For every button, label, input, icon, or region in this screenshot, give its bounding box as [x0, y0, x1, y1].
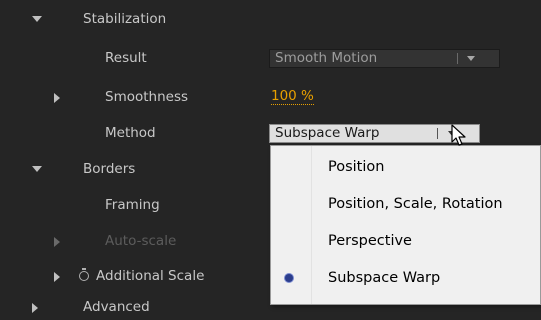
result-row: Result Smooth Motion — [0, 47, 541, 71]
auto-scale-label: Auto-scale — [105, 233, 177, 249]
expand-triangle-icon[interactable] — [32, 166, 42, 172]
dropdown-separator — [457, 53, 458, 64]
stabilization-label: Stabilization — [83, 11, 167, 27]
result-dropdown-value: Smooth Motion — [275, 50, 378, 66]
additional-scale-label: Additional Scale — [96, 268, 205, 284]
smoothness-value[interactable]: 100 % — [271, 89, 314, 105]
menu-item-label: Position, Scale, Rotation — [328, 196, 503, 212]
selected-bullet-icon — [285, 274, 293, 282]
dropdown-separator — [437, 128, 438, 139]
method-dropdown-menu: Position Position, Scale, Rotation Persp… — [270, 145, 541, 305]
method-dropdown[interactable]: Subspace Warp — [269, 124, 480, 143]
framing-label: Framing — [105, 197, 160, 213]
menu-item-label: Position — [328, 159, 385, 175]
stabilization-group[interactable]: Stabilization — [0, 8, 541, 32]
smoothness-row: Smoothness 100 % — [0, 86, 541, 110]
mouse-cursor-icon — [451, 124, 466, 146]
advanced-label: Advanced — [83, 299, 150, 315]
menu-item-label: Subspace Warp — [328, 270, 441, 286]
borders-label: Borders — [83, 161, 136, 177]
expand-triangle-icon[interactable] — [32, 16, 42, 22]
chevron-down-icon — [467, 56, 475, 61]
stopwatch-icon[interactable] — [79, 268, 89, 281]
menu-item-position-scale-rotation[interactable]: Position, Scale, Rotation — [271, 189, 541, 221]
menu-item-perspective[interactable]: Perspective — [271, 226, 541, 258]
expand-triangle-icon[interactable] — [54, 237, 60, 247]
menu-item-position[interactable]: Position — [271, 152, 541, 184]
smoothness-label: Smoothness — [105, 89, 189, 105]
method-label: Method — [105, 125, 156, 141]
method-dropdown-value: Subspace Warp — [275, 125, 380, 141]
expand-triangle-icon[interactable] — [54, 93, 60, 103]
menu-item-subspace-warp[interactable]: Subspace Warp — [271, 263, 541, 295]
result-dropdown[interactable]: Smooth Motion — [269, 49, 500, 68]
result-label: Result — [105, 50, 147, 66]
expand-triangle-icon[interactable] — [54, 272, 60, 282]
menu-item-label: Perspective — [328, 233, 412, 249]
